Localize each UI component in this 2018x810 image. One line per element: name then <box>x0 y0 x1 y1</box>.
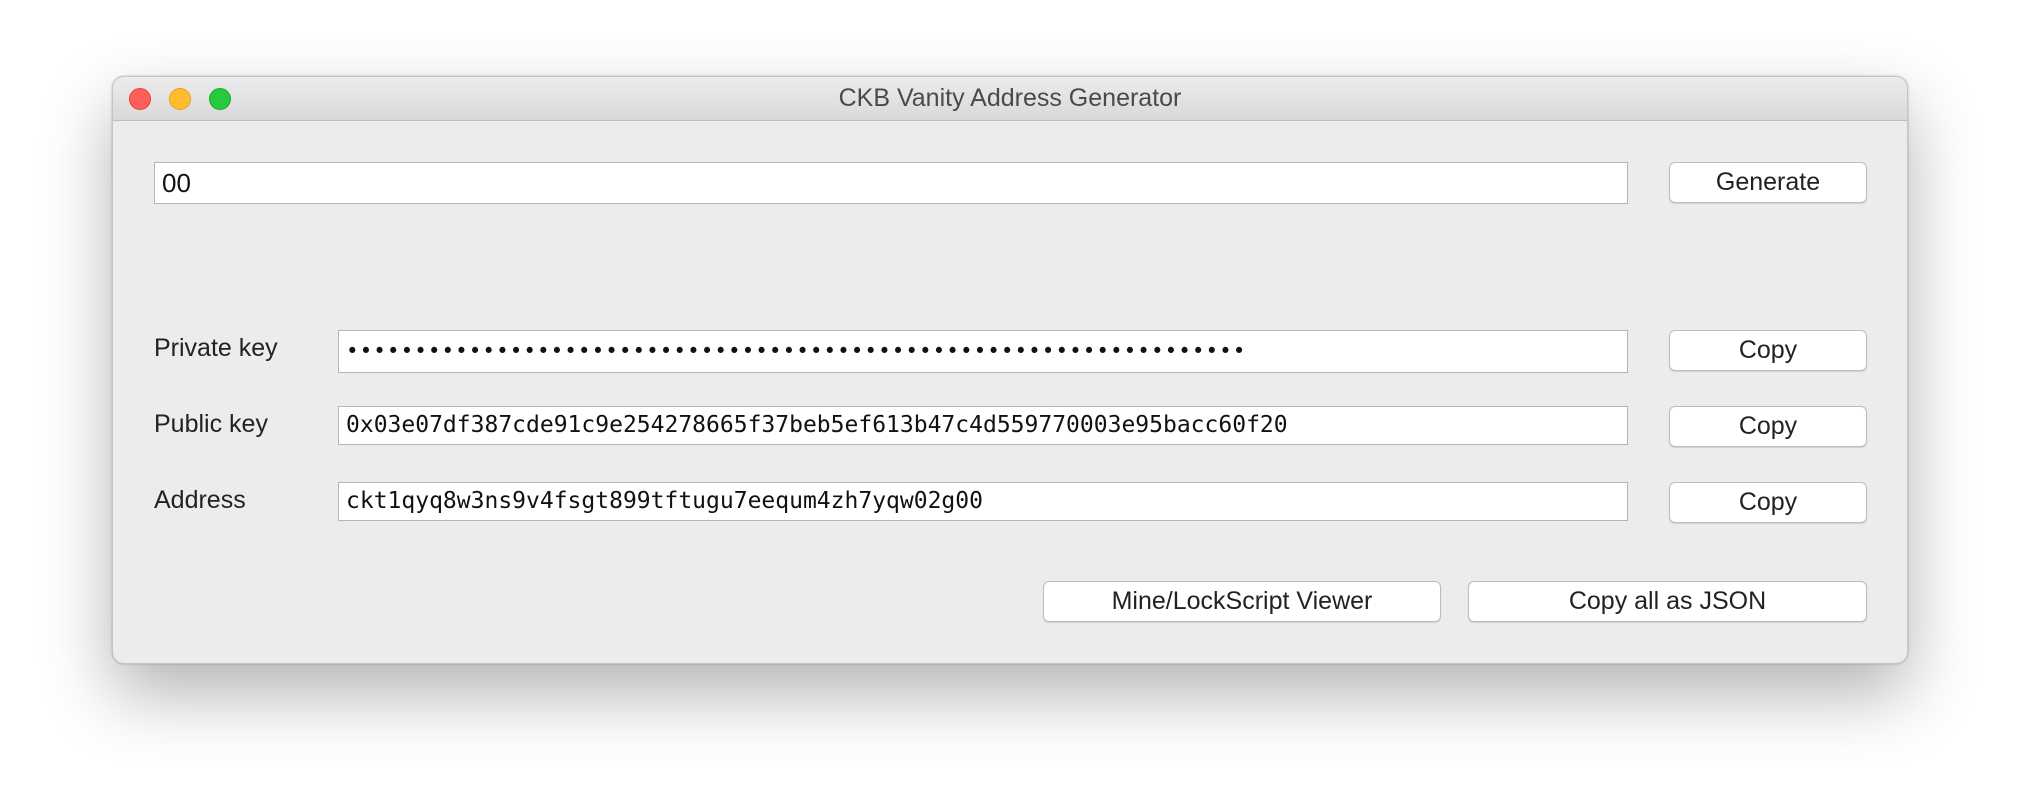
private-key-label: Private key <box>154 334 278 362</box>
private-key-field[interactable]: ••••••••••••••••••••••••••••••••••••••••… <box>338 330 1628 373</box>
public-key-label: Public key <box>154 410 268 438</box>
copy-public-key-button[interactable]: Copy <box>1669 406 1867 447</box>
public-key-field[interactable]: 0x03e07df387cde91c9e254278665f37beb5ef61… <box>338 406 1628 445</box>
screen: CKB Vanity Address Generator 00 Generate… <box>0 0 2018 810</box>
address-field[interactable]: ckt1qyq8w3ns9v4fsgt899tftugu7eequm4zh7yq… <box>338 482 1628 521</box>
pattern-input[interactable]: 00 <box>154 162 1628 204</box>
lockscript-viewer-button[interactable]: Mine/LockScript Viewer <box>1043 581 1441 622</box>
window-title: CKB Vanity Address Generator <box>838 84 1182 112</box>
copy-private-key-button[interactable]: Copy <box>1669 330 1867 371</box>
copy-all-json-button[interactable]: Copy all as JSON <box>1468 581 1867 622</box>
app-window: CKB Vanity Address Generator 00 Generate… <box>112 76 1908 664</box>
generate-button[interactable]: Generate <box>1669 162 1867 203</box>
copy-address-button[interactable]: Copy <box>1669 482 1867 523</box>
address-label: Address <box>154 486 246 514</box>
title-bar[interactable]: CKB Vanity Address Generator <box>113 77 1907 121</box>
